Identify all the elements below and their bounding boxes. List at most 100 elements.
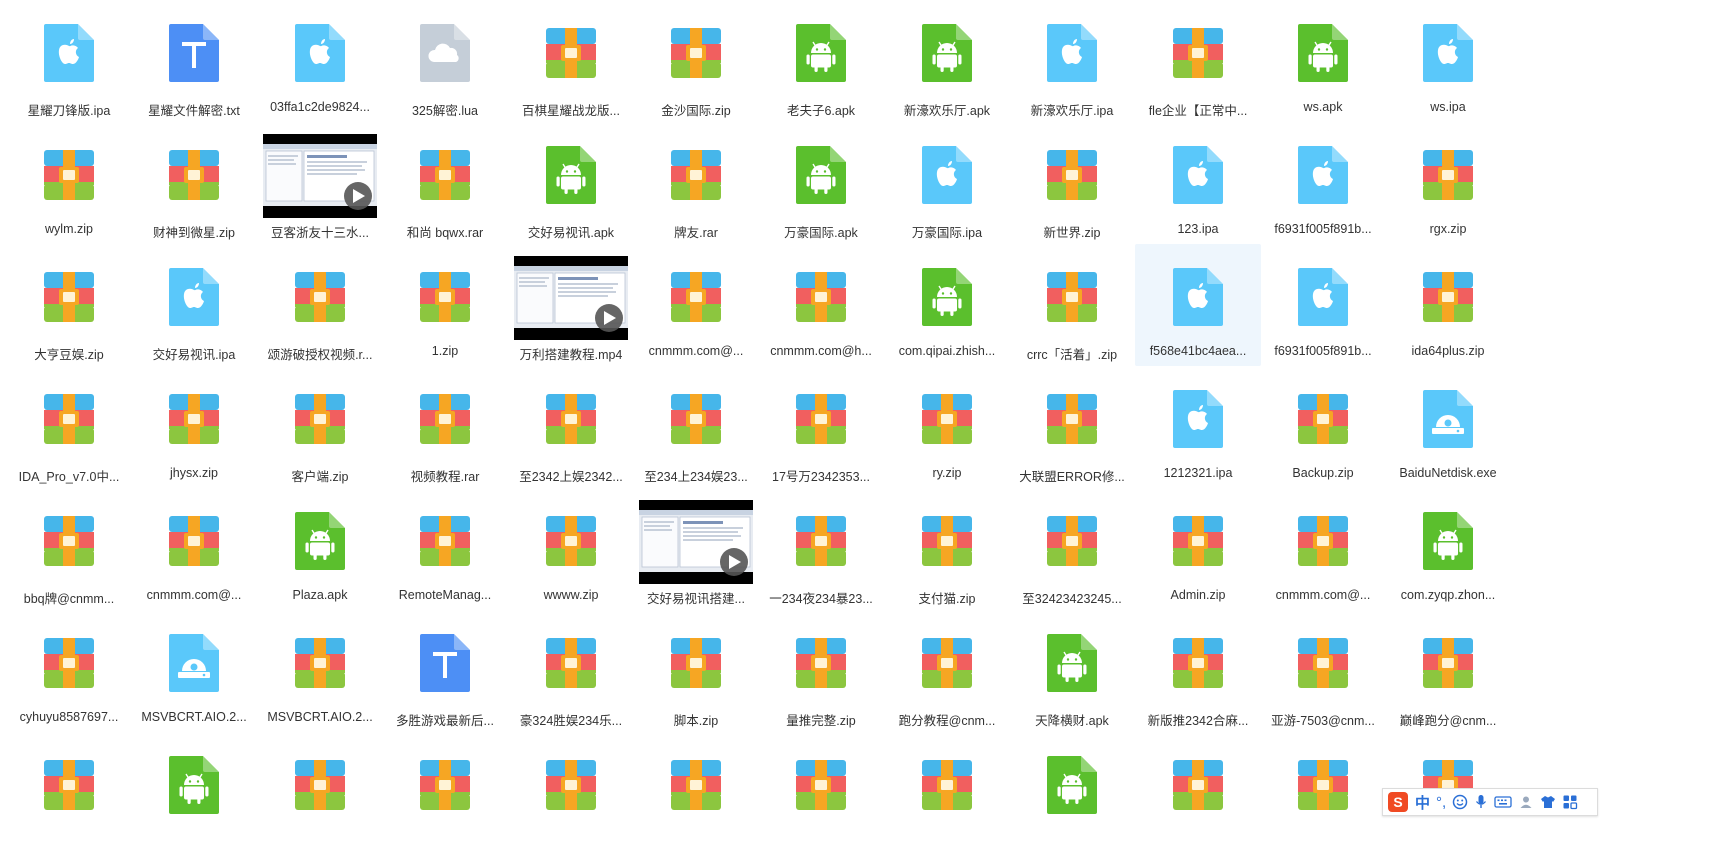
file-item[interactable] [1260,732,1386,854]
disk-file-icon [164,632,224,694]
file-item[interactable]: 跑分教程@cnm [884,610,1010,732]
file-item[interactable]: ida64plus.zip [1385,244,1511,366]
file-item[interactable]: 天降横财.apk [1009,610,1135,732]
file-item[interactable]: bbq牌@cnmm [6,488,132,610]
user-icon[interactable] [1518,791,1534,813]
file-item[interactable]: 至234上234娱23 [633,366,759,488]
file-item[interactable]: 新濠欢乐厅.apk [884,0,1010,122]
file-item[interactable]: 万豪国际.ipa [884,122,1010,244]
file-item[interactable]: 新濠欢乐厅.ipa [1009,0,1135,122]
file-item[interactable]: 亚游-7503@cnm [1260,610,1386,732]
file-item[interactable]: ws.ipa [1385,0,1511,122]
file-item[interactable]: 交好易视讯.apk [508,122,634,244]
file-item[interactable]: 325解密.lua [382,0,508,122]
file-item[interactable]: rgx.zip [1385,122,1511,244]
file-item[interactable]: 颂游破授权视频.r [257,244,383,366]
file-item[interactable]: crrc「活着」.zip [1009,244,1135,366]
file-item[interactable] [131,732,257,854]
file-item[interactable]: Plaza.apk [257,488,383,610]
file-item[interactable]: 至32423423245 [1009,488,1135,610]
file-item[interactable]: com.qipai.zhish [884,244,1010,366]
file-item[interactable]: ws.apk [1260,0,1386,122]
file-item[interactable]: 老夫子6.apk [758,0,884,122]
file-item[interactable]: 交好易视讯.ipa [131,244,257,366]
file-item[interactable]: 星耀刀锋版.ipa [6,0,132,122]
archive-file-icon [917,510,977,572]
file-item[interactable]: 百棋星耀战龙版 [508,0,634,122]
file-item[interactable]: 量推完整.zip [758,610,884,732]
punctuation-icon[interactable]: °, [1436,791,1446,813]
file-item[interactable]: RemoteManag [382,488,508,610]
file-item[interactable] [1135,732,1261,854]
file-item[interactable]: f568e41bc4aea [1135,244,1261,366]
file-item[interactable]: 支付猫.zip [884,488,1010,610]
file-item[interactable]: com.zyqp.zhon [1385,488,1511,610]
file-item[interactable]: 客户端.zip [257,366,383,488]
file-item[interactable] [758,732,884,854]
file-item[interactable]: cnmmm.com@h [758,244,884,366]
file-item[interactable]: 交好易视讯搭建 [633,488,759,610]
file-item[interactable]: wwww.zip [508,488,634,610]
file-item[interactable]: 123.ipa [1135,122,1261,244]
file-item[interactable]: 豆客浙友十三水 [257,122,383,244]
microphone-icon[interactable] [1474,791,1488,813]
file-item[interactable]: MSVBCRT.AIO.2 [131,610,257,732]
file-item[interactable]: cnmmm.com@ [633,244,759,366]
file-item[interactable]: Backup.zip [1260,366,1386,488]
file-item[interactable]: 牌友.rar [633,122,759,244]
file-item[interactable]: cnmmm.com@ [1260,488,1386,610]
file-item[interactable]: 一234夜234暴23 [758,488,884,610]
file-item[interactable]: 星耀文件解密.txt [131,0,257,122]
file-item[interactable]: 和尚 bqwx.rar [382,122,508,244]
emoji-icon[interactable] [1452,791,1468,813]
archive-file-icon [1293,632,1353,694]
file-item[interactable]: fle企业【正常中 [1135,0,1261,122]
sogou-logo-icon[interactable]: S [1387,791,1409,813]
file-item[interactable]: 视频教程.rar [382,366,508,488]
file-item[interactable]: ry.zip [884,366,1010,488]
file-name: Admin.zip [1170,588,1226,602]
file-item[interactable]: 豪324胜娱234乐 [508,610,634,732]
file-item[interactable] [382,732,508,854]
file-item[interactable]: f6931f005f891b [1260,122,1386,244]
file-item[interactable]: Admin.zip [1135,488,1261,610]
file-item[interactable]: 财神到微星.zip [131,122,257,244]
file-item[interactable]: cyhuyu8587697 [6,610,132,732]
file-item[interactable]: 新版推2342合麻 [1135,610,1261,732]
file-item[interactable]: 1.zip [382,244,508,366]
file-item[interactable]: 多胜游戏最新后 [382,610,508,732]
android-file-icon [791,22,851,84]
file-item[interactable] [884,732,1010,854]
file-item[interactable]: jhysx.zip [131,366,257,488]
archive-file-icon [917,754,977,816]
file-item[interactable]: 巅峰跑分@cnm [1385,610,1511,732]
file-item[interactable]: 03ffa1c2de9824 [257,0,383,122]
file-item[interactable] [257,732,383,854]
file-item[interactable]: 新世界.zip [1009,122,1135,244]
file-item[interactable]: 1212321.ipa [1135,366,1261,488]
file-item[interactable] [508,732,634,854]
file-item[interactable]: 大联盟ERROR修 [1009,366,1135,488]
skin-icon[interactable] [1540,791,1556,813]
file-item[interactable]: BaiduNetdisk.exe [1385,366,1511,488]
file-item[interactable]: cnmmm.com@ [131,488,257,610]
file-item[interactable] [633,732,759,854]
file-item[interactable]: 17号万2342353 [758,366,884,488]
file-item[interactable]: 万豪国际.apk [758,122,884,244]
file-item[interactable]: f6931f005f891b [1260,244,1386,366]
file-item[interactable] [6,732,132,854]
keyboard-icon[interactable] [1494,791,1512,813]
file-item[interactable]: 金沙国际.zip [633,0,759,122]
file-item[interactable]: 脚本.zip [633,610,759,732]
ime-toolbar[interactable]: S 中 °, [1382,788,1598,816]
lang-indicator[interactable]: 中 [1415,791,1430,813]
file-item[interactable]: 至2342上娱2342 [508,366,634,488]
file-item[interactable]: wylm.zip [6,122,132,244]
android-file-icon [1293,22,1353,84]
toolbox-icon[interactable] [1562,791,1578,813]
file-item[interactable]: 大亨豆娱.zip [6,244,132,366]
file-item[interactable]: MSVBCRT.AIO.2 [257,610,383,732]
file-item[interactable]: 万利搭建教程.mp4 [508,244,634,366]
file-item[interactable] [1009,732,1135,854]
file-item[interactable]: IDA_Pro_v7.0中 [6,366,132,488]
